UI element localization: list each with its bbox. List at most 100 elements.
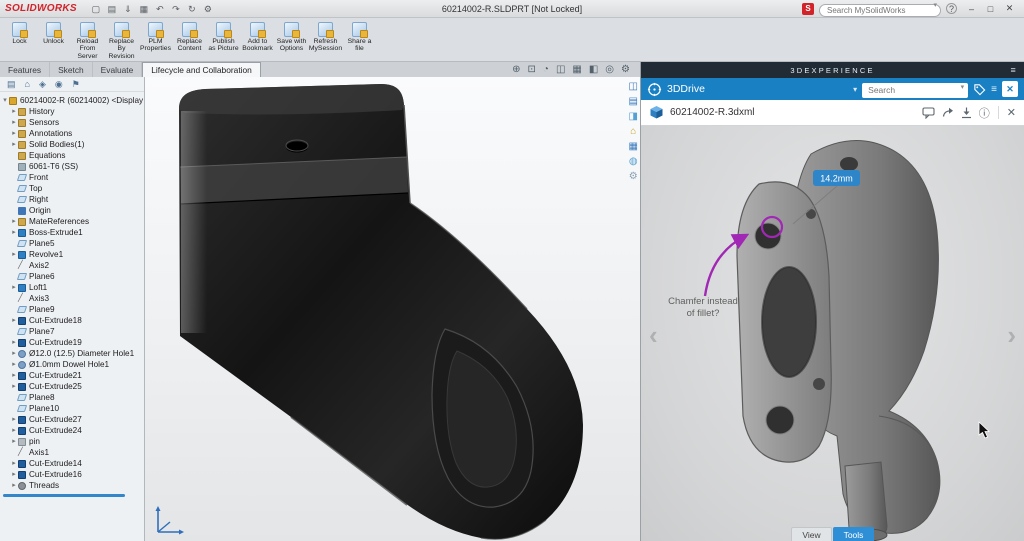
- view-orientation-icon[interactable]: ▦: [572, 65, 581, 75]
- new-document-icon[interactable]: ▢: [88, 1, 104, 17]
- feature-tree-item[interactable]: ▸ Annotations: [0, 128, 144, 139]
- rollback-bar[interactable]: [3, 494, 125, 497]
- share-icon[interactable]: [941, 106, 954, 119]
- ribbon-button[interactable]: Share a file: [343, 20, 376, 59]
- search-scope-dropdown-icon[interactable]: ▾: [933, 1, 937, 9]
- feature-tree-item[interactable]: ▸ pin: [0, 436, 144, 447]
- expand-arrow-icon[interactable]: ▸: [10, 427, 18, 434]
- expand-arrow-icon[interactable]: ▸: [10, 218, 18, 225]
- appearances-icon[interactable]: ◍: [629, 157, 638, 167]
- feature-tree-item[interactable]: ▸ Cut-Extrude16: [0, 469, 144, 480]
- close-file-icon[interactable]: ✕: [1007, 106, 1016, 119]
- expand-arrow-icon[interactable]: ▸: [10, 372, 18, 379]
- custom-properties-icon[interactable]: ⚙: [629, 172, 638, 182]
- feature-tree-item[interactable]: ▸ Cut-Extrude19: [0, 337, 144, 348]
- zoom-to-fit-icon[interactable]: ⊕: [512, 65, 520, 75]
- feature-tree-item[interactable]: Axis2: [0, 260, 144, 271]
- file-name[interactable]: 60214002-R.3dxml: [670, 107, 755, 118]
- expand-arrow-icon[interactable]: ▸: [10, 141, 18, 148]
- feature-tree-item[interactable]: ▸ Loft1: [0, 282, 144, 293]
- panel-search-input[interactable]: [862, 83, 968, 98]
- info-icon[interactable]: ⓘ: [979, 105, 990, 121]
- graphics-area[interactable]: ◫▤◨⌂▦◍⚙: [145, 77, 640, 541]
- feature-tree-item[interactable]: Plane9: [0, 304, 144, 315]
- preview-viewport[interactable]: 14.2mm Chamfer instead of fillet? ‹ › Vi…: [641, 126, 1024, 541]
- compass-icon[interactable]: [647, 82, 662, 97]
- expand-arrow-icon[interactable]: ▸: [10, 438, 18, 445]
- expand-arrow-icon[interactable]: ▸: [10, 471, 18, 478]
- feature-tree-item[interactable]: 6061-T6 (SS): [0, 161, 144, 172]
- app-dropdown-icon[interactable]: ▾: [853, 85, 857, 94]
- 3dexperience-taskpane-icon[interactable]: ◫: [629, 82, 638, 92]
- expand-arrow-icon[interactable]: ▸: [10, 350, 18, 357]
- help-icon[interactable]: ?: [946, 3, 957, 14]
- expand-arrow-icon[interactable]: ▸: [10, 108, 18, 115]
- feature-tree-item[interactable]: Front: [0, 172, 144, 183]
- main-3d-model[interactable]: [145, 77, 640, 541]
- expand-arrow-icon[interactable]: ▾: [1, 97, 9, 104]
- ribbon-button[interactable]: Lock: [3, 20, 36, 59]
- open-document-icon[interactable]: ▤: [104, 1, 120, 17]
- feature-tree-item[interactable]: Origin: [0, 205, 144, 216]
- featuremanager-tree-icon[interactable]: ▤: [7, 80, 16, 89]
- next-item-chevron[interactable]: ›: [1007, 322, 1016, 348]
- feature-tree-item[interactable]: ▸ Threads: [0, 480, 144, 491]
- feature-tree-item[interactable]: ▸ Ø12.0 (12.5) Diameter Hole1: [0, 348, 144, 359]
- expand-arrow-icon[interactable]: ▸: [10, 229, 18, 236]
- propertymanager-icon[interactable]: ⌂: [25, 80, 30, 89]
- view-settings-icon[interactable]: ⚙: [621, 65, 630, 75]
- feature-tree-item[interactable]: Plane5: [0, 238, 144, 249]
- mysolidworks-search-input[interactable]: [819, 4, 941, 17]
- feature-tree-item[interactable]: ▸ Boss-Extrude1: [0, 227, 144, 238]
- expand-arrow-icon[interactable]: ▸: [10, 119, 18, 126]
- commandmanager-tab[interactable]: Evaluate: [93, 62, 143, 77]
- ribbon-button[interactable]: Save with Options: [275, 20, 308, 59]
- feature-tree-item[interactable]: Plane8: [0, 392, 144, 403]
- feature-tree-item[interactable]: ▸ Cut-Extrude25: [0, 381, 144, 392]
- panel-bottom-tab[interactable]: Tools: [833, 527, 874, 541]
- redo-icon[interactable]: ↷: [168, 1, 184, 17]
- undo-icon[interactable]: ↶: [152, 1, 168, 17]
- tag-icon[interactable]: [973, 83, 986, 96]
- feature-tree-item[interactable]: ▾ 60214002-R (60214002) <Display St: [0, 95, 144, 106]
- feature-tree-item[interactable]: Plane7: [0, 326, 144, 337]
- feature-tree-item[interactable]: Plane10: [0, 403, 144, 414]
- expand-arrow-icon[interactable]: ▸: [10, 284, 18, 291]
- preview-3d-model[interactable]: 14.2mm Chamfer instead of fillet?: [641, 126, 1024, 541]
- feature-tree-item[interactable]: Right: [0, 194, 144, 205]
- section-view-icon[interactable]: ◫: [556, 65, 565, 75]
- close-button[interactable]: ✕: [1000, 1, 1019, 16]
- previous-view-icon[interactable]: ◔: [543, 65, 549, 75]
- print-icon[interactable]: ▦: [136, 1, 152, 17]
- feature-tree-item[interactable]: ▸ Cut-Extrude27: [0, 414, 144, 425]
- ribbon-button[interactable]: Replace By Revision: [105, 20, 138, 59]
- minimize-button[interactable]: –: [962, 1, 981, 16]
- feature-tree-item[interactable]: Axis3: [0, 293, 144, 304]
- displaymanager-icon[interactable]: ⚑: [72, 80, 80, 89]
- panel-bottom-tab[interactable]: View: [791, 527, 832, 541]
- rebuild-icon[interactable]: ↻: [184, 1, 200, 17]
- ribbon-button[interactable]: Reload From Server: [71, 20, 104, 59]
- dimxpertmanager-icon[interactable]: ◉: [55, 80, 63, 89]
- feature-tree-item[interactable]: ▸ MateReferences: [0, 216, 144, 227]
- view-palette-icon[interactable]: ▦: [629, 142, 638, 152]
- commandmanager-tab[interactable]: Features: [0, 62, 50, 77]
- feature-tree-item[interactable]: Equations: [0, 150, 144, 161]
- expand-arrow-icon[interactable]: ▸: [10, 482, 18, 489]
- app-switcher[interactable]: 3DDrive: [667, 83, 705, 95]
- zoom-to-area-icon[interactable]: ⊡: [528, 65, 536, 75]
- panel-hamburger-icon[interactable]: ≡: [991, 84, 997, 95]
- ribbon-button[interactable]: Replace Content: [173, 20, 206, 59]
- options-icon[interactable]: ⚙: [200, 1, 216, 17]
- feature-tree-item[interactable]: Top: [0, 183, 144, 194]
- design-library-icon[interactable]: ◨: [629, 112, 638, 122]
- expand-arrow-icon[interactable]: ▸: [10, 416, 18, 423]
- expand-arrow-icon[interactable]: ▸: [10, 317, 18, 324]
- expand-arrow-icon[interactable]: ▸: [10, 361, 18, 368]
- display-style-icon[interactable]: ◧: [589, 65, 598, 75]
- feature-tree-item[interactable]: ▸ Cut-Extrude14: [0, 458, 144, 469]
- ribbon-button[interactable]: Publish as Picture: [207, 20, 240, 59]
- save-icon[interactable]: ⇓: [120, 1, 136, 17]
- ribbon-button[interactable]: PLM Properties: [139, 20, 172, 59]
- previous-item-chevron[interactable]: ‹: [649, 322, 658, 348]
